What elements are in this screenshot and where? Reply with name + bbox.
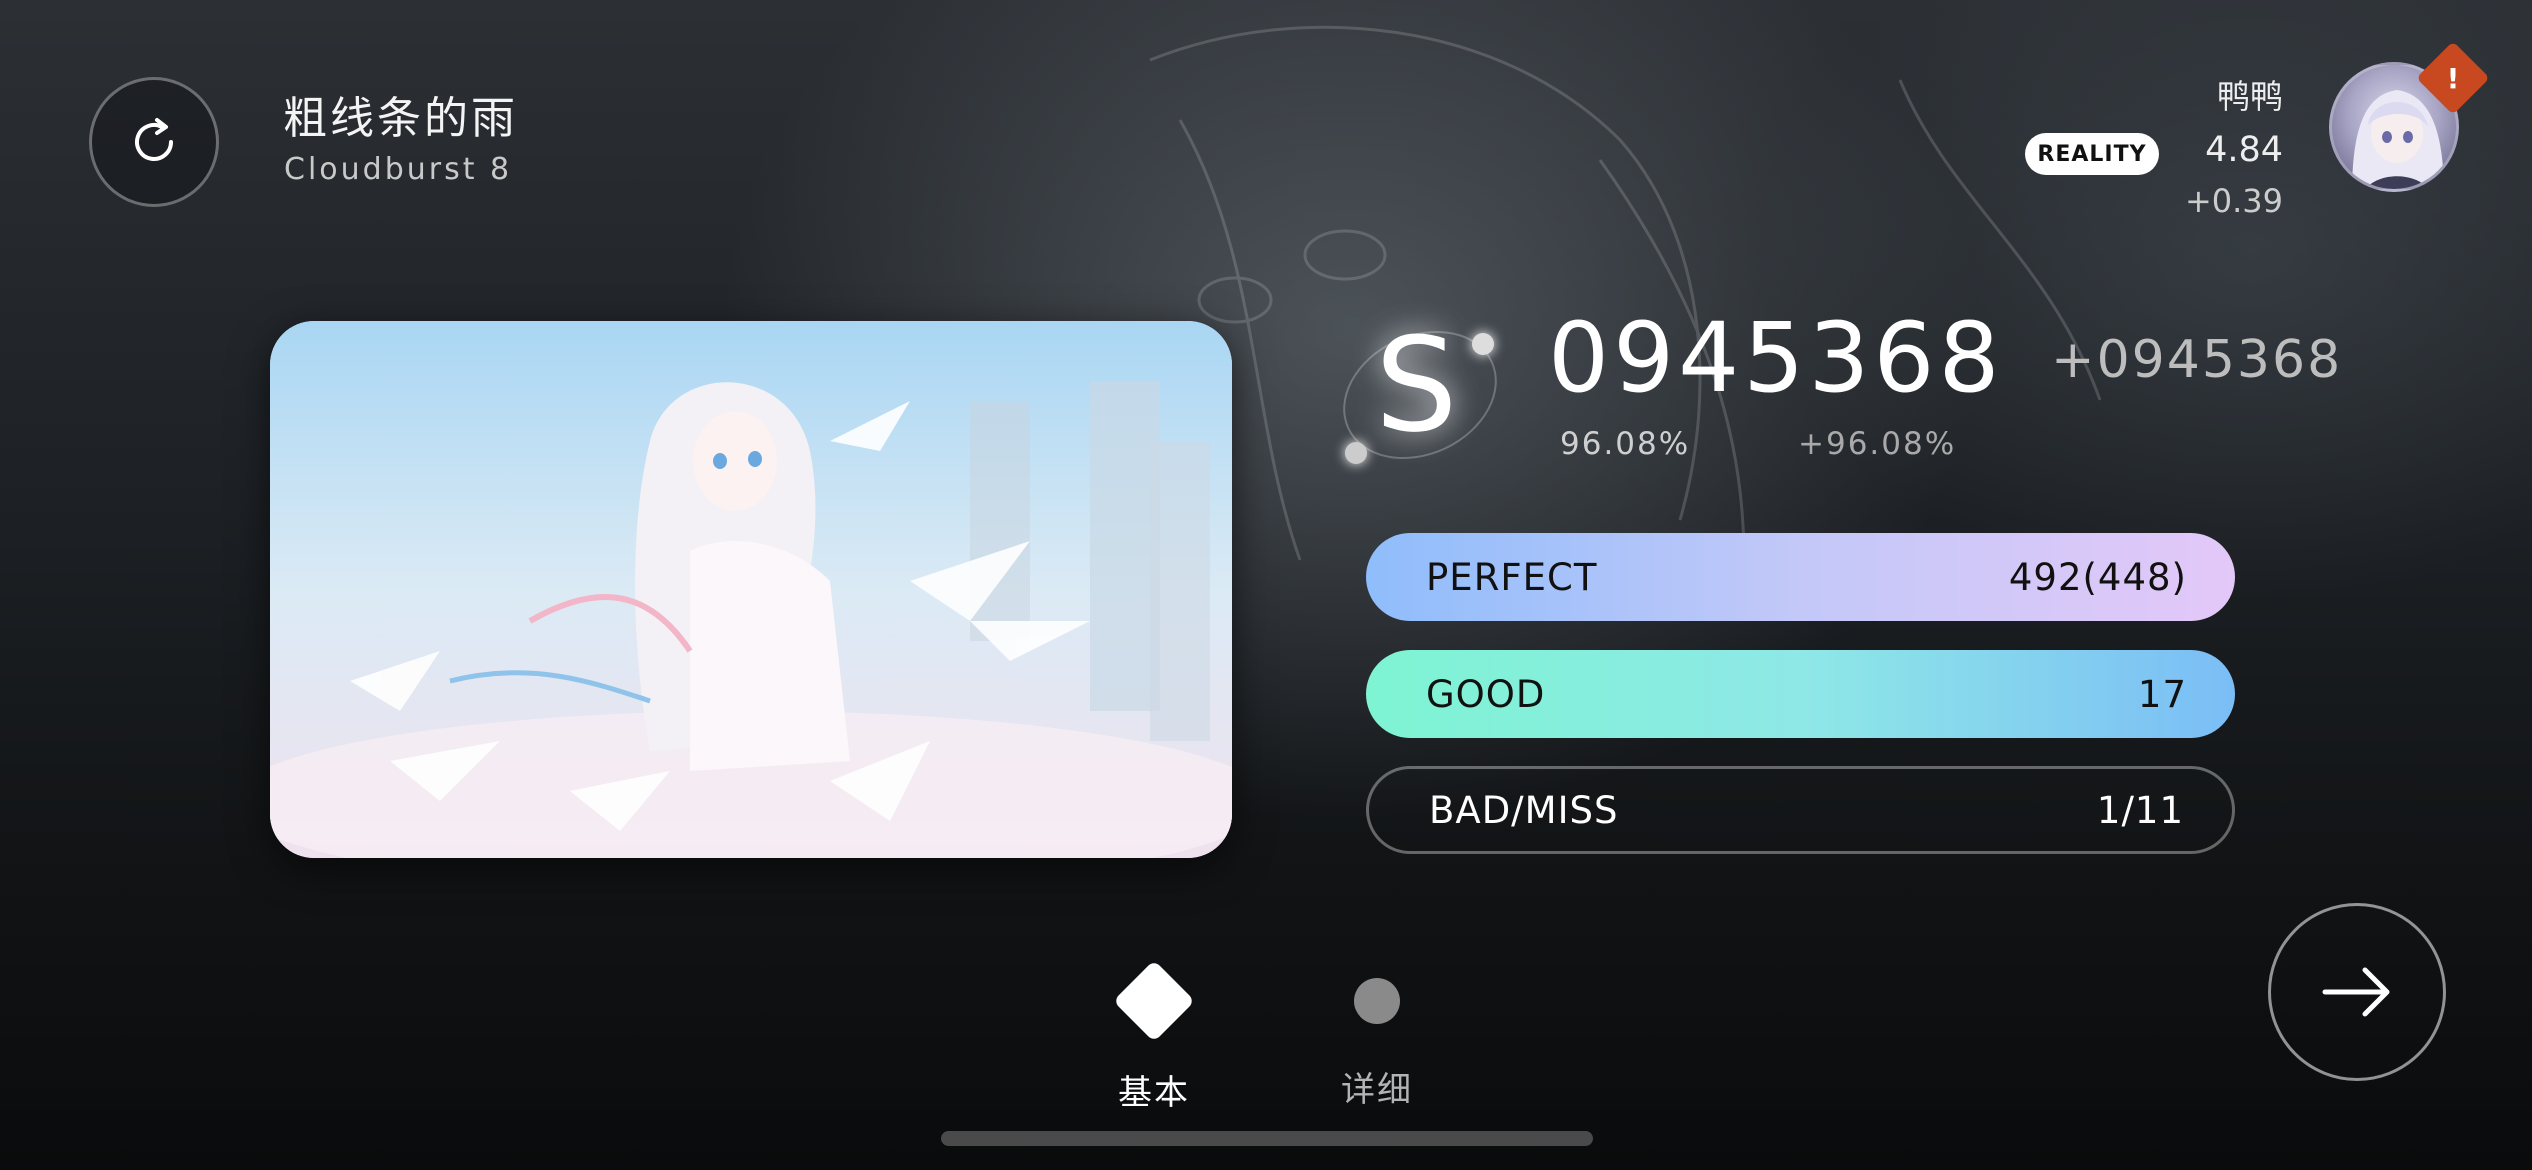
good-label: GOOD (1426, 672, 1546, 716)
score-delta: +0945368 (2051, 330, 2343, 390)
home-indicator[interactable] (941, 1131, 1593, 1146)
rank-badge: REALITY (2025, 133, 2159, 175)
song-title: 粗线条的雨 (283, 93, 518, 144)
score: 0945368 (1548, 302, 2004, 414)
retry-icon (135, 118, 173, 161)
alert-label: ! (2446, 61, 2460, 95)
tab-basic[interactable]: 基本 (1095, 959, 1213, 1114)
player-rks: 4.84 (2205, 130, 2283, 170)
player-rks-delta: +0.39 (2184, 182, 2283, 220)
accuracy: 96.08% (1560, 426, 1691, 462)
tab-detail[interactable]: 详细 (1318, 960, 1436, 1111)
dot-icon (1354, 978, 1400, 1024)
accuracy-delta: +96.08% (1798, 426, 1957, 462)
tab-basic-label: 基本 (1118, 1073, 1190, 1113)
player-name: 鸭鸭 (2217, 77, 2283, 116)
perfect-label: PERFECT (1426, 555, 1598, 599)
grade-letter: S (1375, 309, 1458, 461)
arrow-right-icon (2322, 967, 2390, 1017)
alert-icon[interactable]: ! (2416, 41, 2490, 115)
good-value: 17 (2137, 672, 2187, 716)
song-difficulty: Cloudburst 8 (284, 152, 513, 187)
next-button[interactable] (2268, 903, 2446, 1081)
perfect-count-bar: PERFECT 492(448) (1366, 533, 2235, 621)
grade-sparkle (1345, 442, 1367, 464)
grade-sparkle (1472, 333, 1494, 355)
bad-miss-value: 1/11 (2096, 788, 2184, 832)
retry-button[interactable] (89, 77, 219, 207)
bad-miss-count-bar: BAD/MISS 1/11 (1366, 766, 2235, 854)
bad-miss-label: BAD/MISS (1429, 788, 1619, 832)
diamond-icon (1112, 959, 1196, 1043)
good-count-bar: GOOD 17 (1366, 650, 2235, 738)
illustration-art (270, 321, 1232, 858)
tab-detail-label: 详细 (1341, 1070, 1413, 1110)
song-illustration (270, 321, 1232, 858)
perfect-value: 492(448) (2008, 555, 2187, 599)
